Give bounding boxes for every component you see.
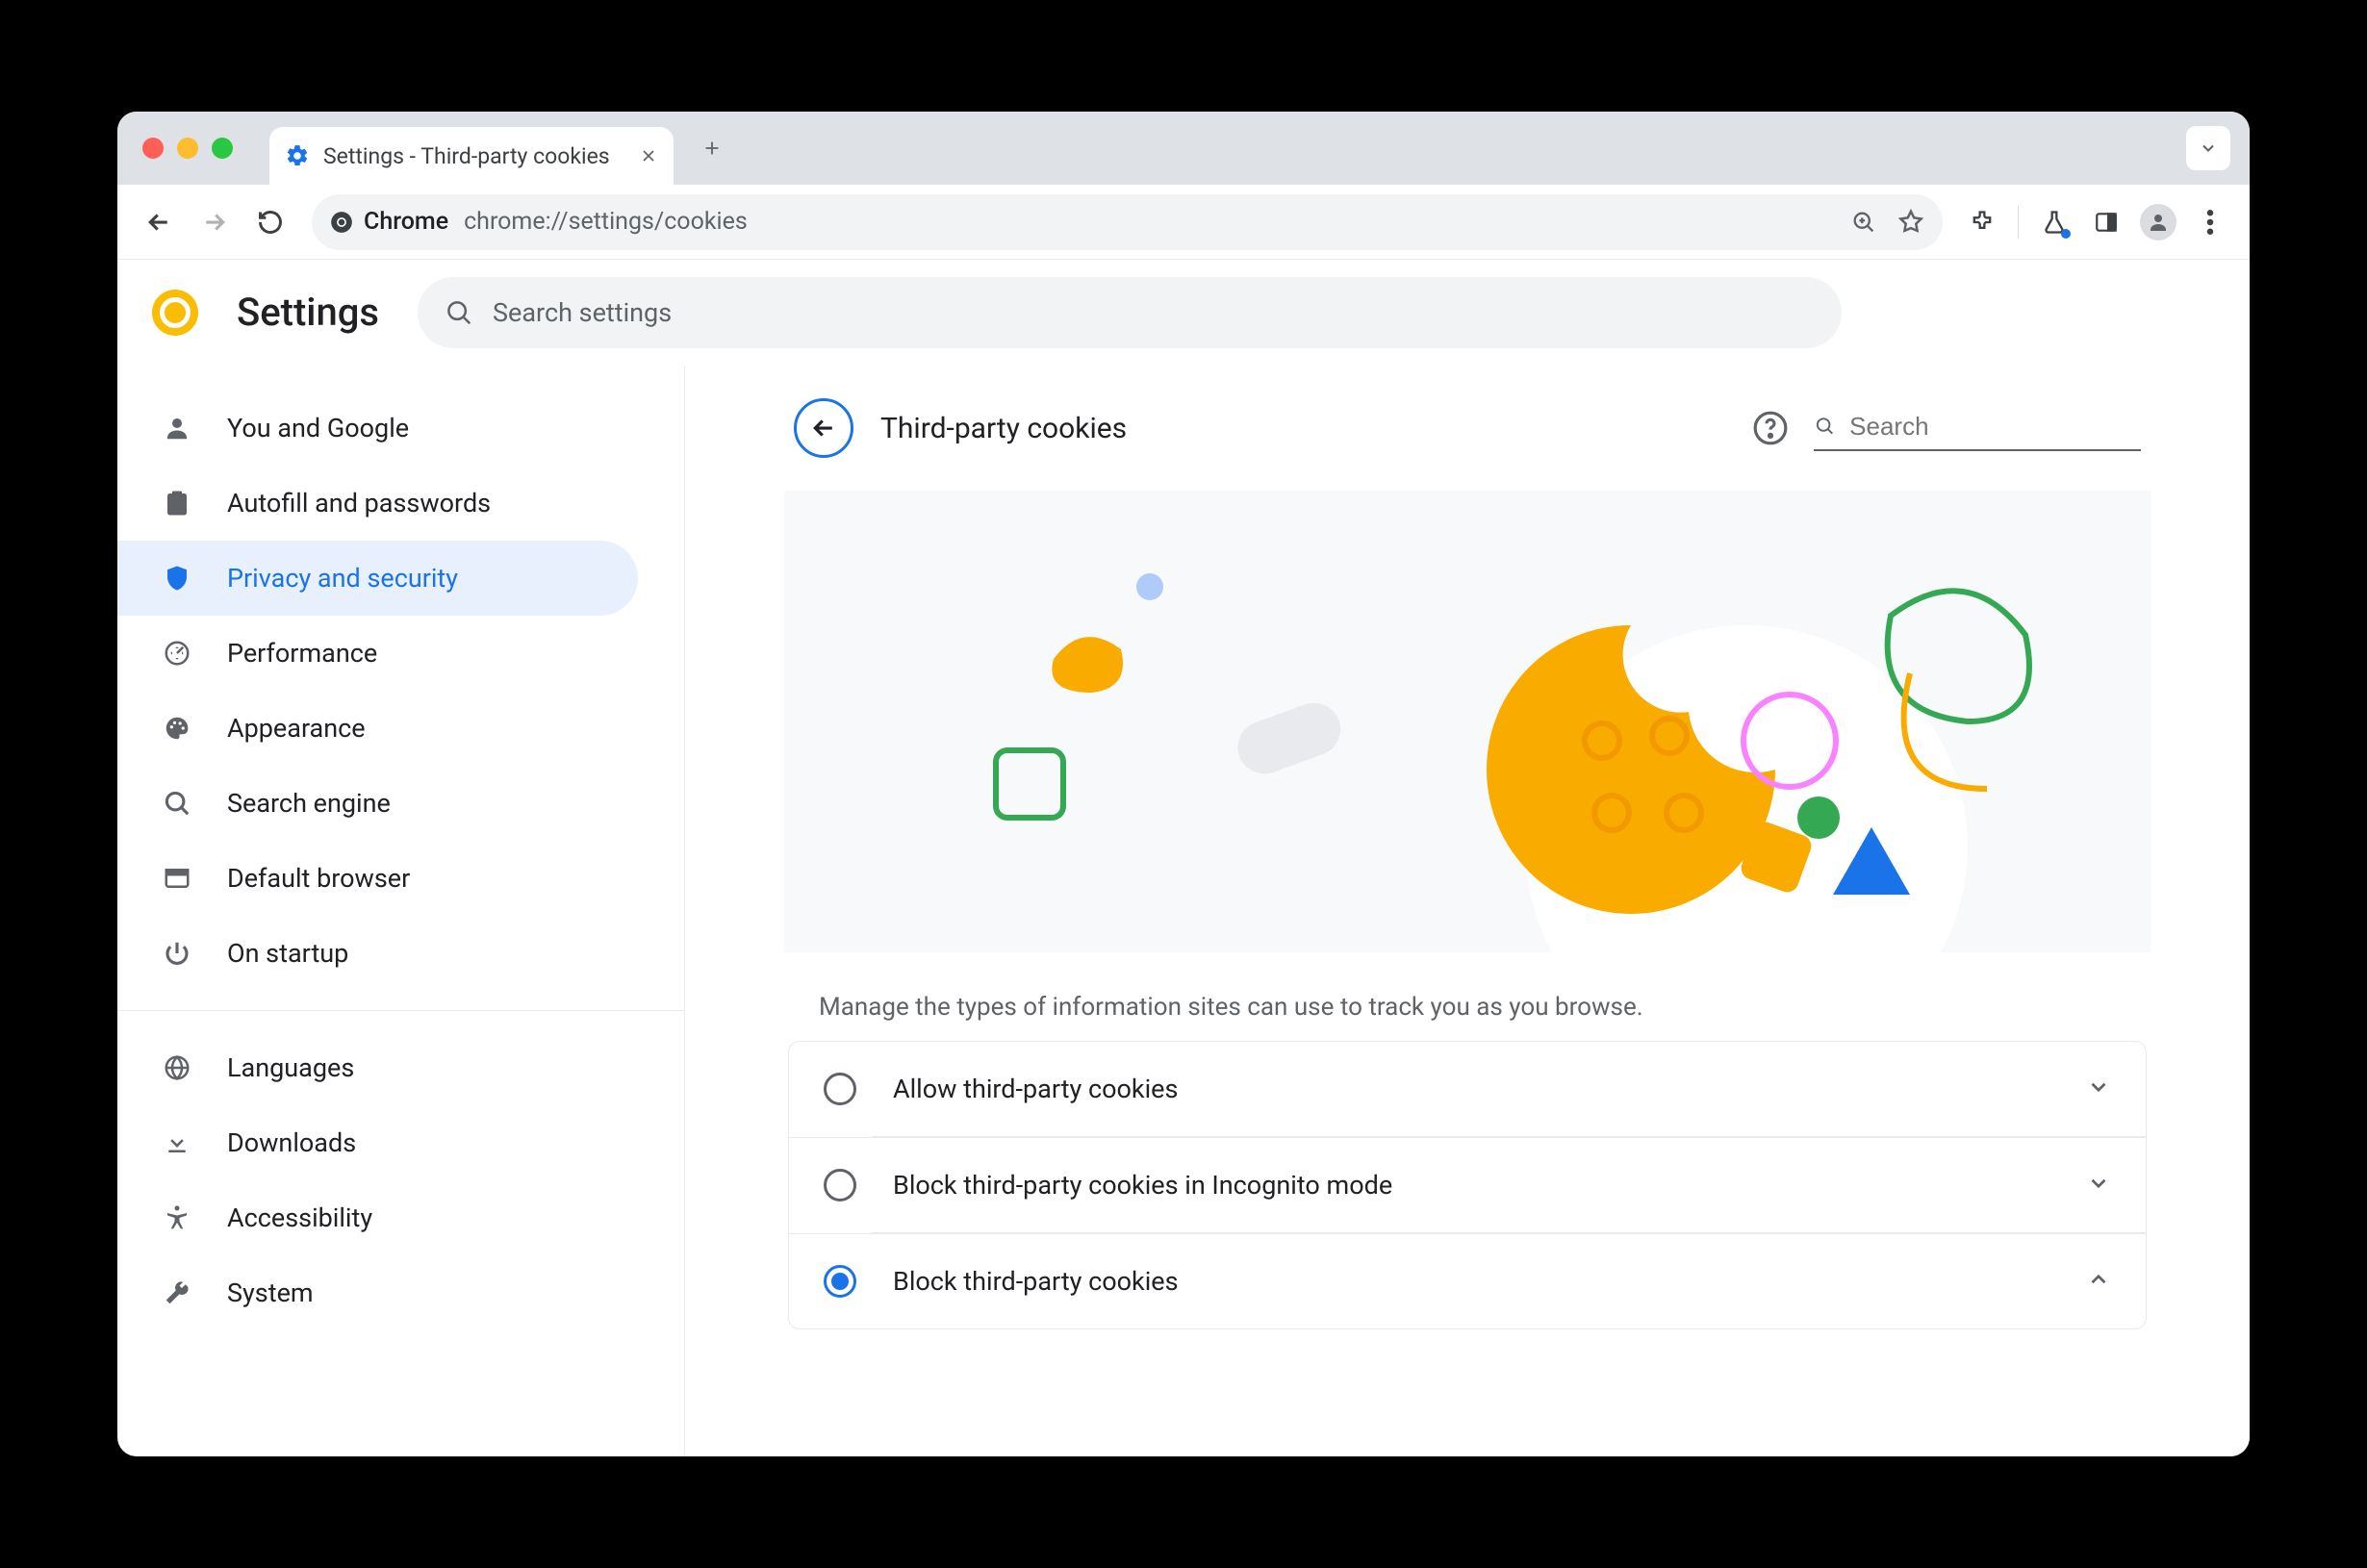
radio-button[interactable] [824,1265,856,1298]
sidebar-item-label: On startup [227,938,348,969]
sidebar-item-label: You and Google [227,413,409,443]
settings-gear-icon [285,143,310,168]
wrench-icon [160,1276,194,1310]
sidebar-item-label: Appearance [227,713,366,744]
person-icon [160,411,194,445]
search-icon [160,786,194,821]
separator [2018,206,2019,239]
settings-search-placeholder: Search settings [493,297,672,328]
palette-icon [160,711,194,746]
sidebar-item-label: Performance [227,638,377,669]
sidebar-item-label: Accessibility [227,1202,372,1233]
shield-icon [160,561,194,595]
option-label: Allow third-party cookies [893,1074,1178,1104]
option-label: Block third-party cookies in Incognito m… [893,1170,1392,1201]
accessibility-icon [160,1201,194,1235]
url-text: chrome://settings/cookies [464,208,748,236]
settings-main: Third-party cookies [685,366,2250,1456]
page-back-button[interactable] [794,398,853,458]
page-header: Third-party cookies [784,366,2151,491]
tab-list-button[interactable] [2186,126,2230,170]
sidebar-item-label: Search engine [227,788,391,819]
zoom-icon[interactable] [1850,209,1877,236]
app-title: Settings [237,290,379,335]
sidebar-item-default-browser[interactable]: Default browser [117,841,638,916]
settings-search[interactable]: Search settings [418,277,1842,348]
sidebar-item-search-engine[interactable]: Search engine [117,766,638,841]
help-icon[interactable] [1752,410,1789,446]
download-icon [160,1125,194,1160]
expand-chevron-icon[interactable] [2086,1267,2111,1296]
cookie-option-0[interactable]: Allow third-party cookies [789,1042,2146,1136]
forward-button[interactable] [191,198,239,246]
bookmark-star-icon[interactable] [1896,208,1925,237]
window-controls [137,138,246,159]
profile-button[interactable] [2136,200,2180,244]
browser-icon [160,861,194,896]
radio-button[interactable] [824,1073,856,1105]
cookie-option-1[interactable]: Block third-party cookies in Incognito m… [789,1137,2146,1232]
sidebar-item-label: Languages [227,1052,354,1083]
page-search[interactable] [1814,406,2141,451]
settings-sidebar: You and Google Autofill and passwords Priv… [117,366,685,1456]
cookie-options-card: Allow third-party cookies Block third-par… [788,1041,2147,1329]
cookie-option-2[interactable]: Block third-party cookies [789,1233,2146,1328]
chrome-icon [329,210,354,235]
power-icon [160,936,194,971]
search-icon [445,298,473,327]
sidebar-item-privacy-and-security[interactable]: Privacy and security [117,541,638,616]
speed-icon [160,636,194,670]
new-tab-button[interactable] [697,133,727,164]
extensions-button[interactable] [1960,200,2004,244]
sidebar-item-label: System [227,1277,314,1308]
reload-button[interactable] [246,198,294,246]
arrow-left-icon [809,414,838,443]
sidebar-item-languages[interactable]: Languages [117,1030,638,1105]
settings-body: You and Google Autofill and passwords Priv… [117,366,2250,1456]
toolbar-actions [1960,200,2232,244]
option-label: Block third-party cookies [893,1266,1179,1297]
sidebar-item-performance[interactable]: Performance [117,616,638,691]
expand-chevron-icon[interactable] [2086,1075,2111,1103]
address-bar[interactable]: Chrome chrome://settings/cookies [312,194,1943,250]
page-search-input[interactable] [1849,412,2141,442]
sidebar-separator [117,1010,684,1011]
browser-toolbar: Chrome chrome://settings/cookies [117,185,2250,260]
page-description: Manage the types of information sites ca… [784,952,2151,1041]
clipboard-icon [160,486,194,520]
browser-window: Settings - Third-party cookies Chrome ch… [117,112,2250,1456]
sidebar-item-label: Autofill and passwords [227,488,491,518]
sidebar-item-label: Downloads [227,1127,356,1158]
sidebar-item-downloads[interactable]: Downloads [117,1105,638,1180]
close-tab-icon[interactable] [639,146,658,165]
search-icon [1814,414,1836,439]
menu-button[interactable] [2188,200,2232,244]
tab-title: Settings - Third-party cookies [323,143,610,169]
sidebar-item-label: Default browser [227,863,410,894]
sidebar-item-label: Privacy and security [227,563,458,594]
side-panel-button[interactable] [2084,200,2128,244]
site-chip[interactable]: Chrome [329,208,448,236]
close-window-button[interactable] [142,138,164,159]
sidebar-item-on-startup[interactable]: On startup [117,916,638,991]
sidebar-item-autofill-and-passwords[interactable]: Autofill and passwords [117,466,638,541]
hero-illustration [784,491,2151,952]
sidebar-item-you-and-google[interactable]: You and Google [117,391,638,466]
tab-strip: Settings - Third-party cookies [117,112,2250,185]
page-title: Third-party cookies [880,412,1127,445]
chrome-canary-logo-icon [152,290,198,336]
sidebar-item-system[interactable]: System [117,1255,638,1330]
settings-header: Settings Search settings [117,260,2250,366]
maximize-window-button[interactable] [212,138,233,159]
labs-button[interactable] [2032,200,2076,244]
radio-button[interactable] [824,1169,856,1201]
sidebar-item-appearance[interactable]: Appearance [117,691,638,766]
site-chip-label: Chrome [364,208,448,236]
expand-chevron-icon[interactable] [2086,1171,2111,1200]
browser-tab[interactable]: Settings - Third-party cookies [269,127,674,185]
globe-icon [160,1050,194,1085]
back-button[interactable] [135,198,183,246]
sidebar-item-accessibility[interactable]: Accessibility [117,1180,638,1255]
minimize-window-button[interactable] [177,138,198,159]
